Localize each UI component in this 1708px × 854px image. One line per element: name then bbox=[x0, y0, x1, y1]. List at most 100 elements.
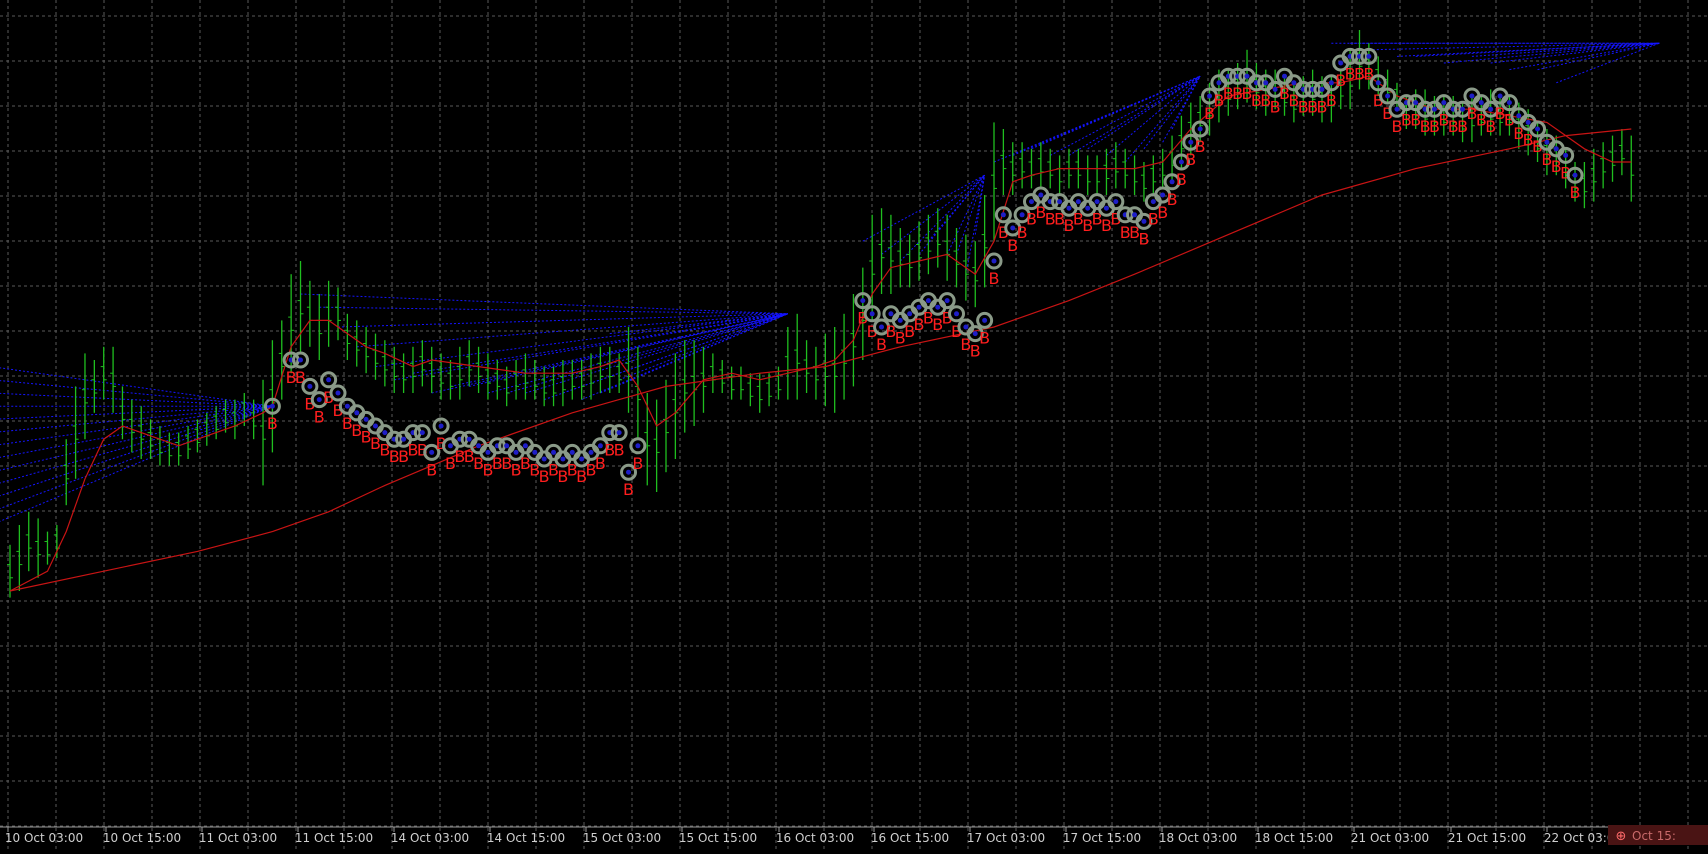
signal-marker-dot bbox=[476, 443, 482, 449]
signal-marker-dot bbox=[1394, 106, 1400, 112]
signal-marker-dot bbox=[298, 357, 304, 363]
signal-marker-dot bbox=[1216, 80, 1222, 86]
signal-marker-dot bbox=[1516, 113, 1522, 119]
signal-marker-dot bbox=[1141, 218, 1147, 224]
signal-label: B bbox=[979, 328, 990, 347]
signal-marker-dot bbox=[1328, 80, 1334, 86]
badge-icon: ⊕ bbox=[1616, 829, 1627, 844]
signal-marker-dot bbox=[991, 258, 997, 264]
signal-marker-dot bbox=[616, 430, 622, 436]
signal-marker-dot bbox=[1319, 86, 1325, 92]
signal-marker-dot bbox=[1460, 106, 1466, 112]
signal-marker-dot bbox=[447, 443, 453, 449]
time-axis-label: 16 Oct 03:00 bbox=[776, 831, 854, 845]
signal-marker-dot bbox=[569, 449, 575, 455]
signal-marker-dot bbox=[354, 410, 360, 416]
signal-label: B bbox=[1195, 137, 1206, 156]
signal-marker-dot bbox=[944, 298, 950, 304]
time-axis-label: 11 Oct 03:00 bbox=[199, 831, 277, 845]
signal-marker-dot bbox=[1188, 139, 1194, 145]
signal-marker-dot bbox=[401, 436, 407, 442]
time-axis-label: 15 Oct 03:00 bbox=[583, 831, 661, 845]
signal-marker-dot bbox=[1010, 225, 1016, 231]
signal-marker-dot bbox=[1057, 199, 1063, 205]
signal-label: B bbox=[623, 480, 634, 499]
signal-label: B bbox=[1138, 229, 1149, 248]
time-axis-label: 17 Oct 15:00 bbox=[1063, 831, 1141, 845]
signal-marker-dot bbox=[466, 436, 472, 442]
corner-badge: ⊕ Oct 15: bbox=[1608, 825, 1708, 845]
signal-marker-dot bbox=[982, 317, 988, 323]
signal-marker-dot bbox=[1506, 100, 1512, 106]
signal-marker-dot bbox=[1478, 100, 1484, 106]
signal-marker-dot bbox=[532, 449, 538, 455]
signal-marker-dot bbox=[1066, 205, 1072, 211]
signal-marker-dot bbox=[551, 449, 557, 455]
signal-marker-dot bbox=[382, 430, 388, 436]
signal-marker-dot bbox=[963, 324, 969, 330]
signal-marker-dot bbox=[1441, 100, 1447, 106]
signal-marker-dot bbox=[1291, 80, 1297, 86]
signal-marker-dot bbox=[916, 304, 922, 310]
signal-marker-dot bbox=[597, 443, 603, 449]
signal-marker-dot bbox=[1113, 199, 1119, 205]
signal-marker-dot bbox=[326, 377, 332, 383]
signal-marker-dot bbox=[1469, 93, 1475, 99]
time-axis-label: 14 Oct 03:00 bbox=[391, 831, 469, 845]
signal-marker-dot bbox=[1160, 192, 1166, 198]
time-axis-label: 18 Oct 15:00 bbox=[1255, 831, 1333, 845]
signal-marker-dot bbox=[1431, 106, 1437, 112]
signal-label: B bbox=[314, 408, 325, 427]
signal-marker-dot bbox=[1028, 199, 1034, 205]
signal-marker-dot bbox=[316, 397, 322, 403]
signal-marker-dot bbox=[1103, 205, 1109, 211]
signal-marker-dot bbox=[269, 403, 275, 409]
signal-marker-dot bbox=[1197, 126, 1203, 132]
signal-marker-dot bbox=[1207, 93, 1213, 99]
price-chart: BBBBBBBBBBBBBBBBBBBBBBBBBBBBBBBBBBBBBBBB… bbox=[0, 0, 1708, 850]
signal-marker-dot bbox=[1263, 80, 1269, 86]
signal-marker-dot bbox=[954, 311, 960, 317]
signal-marker-dot bbox=[1094, 199, 1100, 205]
signal-marker-dot bbox=[925, 298, 931, 304]
signal-marker-dot bbox=[438, 423, 444, 429]
signal-label: B bbox=[989, 269, 1000, 288]
signal-marker-dot bbox=[372, 423, 378, 429]
signal-marker-dot bbox=[1000, 212, 1006, 218]
signal-marker-dot bbox=[1544, 139, 1550, 145]
signal-marker-dot bbox=[879, 324, 885, 330]
signal-marker-dot bbox=[888, 311, 894, 317]
signal-marker-dot bbox=[1525, 119, 1531, 125]
signal-marker-dot bbox=[635, 443, 641, 449]
signal-marker-dot bbox=[363, 416, 369, 422]
time-axis-label: 18 Oct 03:00 bbox=[1159, 831, 1237, 845]
signal-marker-dot bbox=[1338, 60, 1344, 66]
signal-marker-dot bbox=[1553, 146, 1559, 152]
signal-marker-dot bbox=[541, 456, 547, 462]
time-axis-label: 14 Oct 15:00 bbox=[487, 831, 565, 845]
signal-label: B bbox=[1176, 170, 1187, 189]
signal-marker-dot bbox=[522, 443, 528, 449]
signal-label: B bbox=[1167, 190, 1178, 209]
signal-marker-dot bbox=[1075, 199, 1081, 205]
signal-marker-dot bbox=[907, 311, 913, 317]
signal-marker-dot bbox=[1413, 100, 1419, 106]
badge-text: Oct 15: bbox=[1632, 829, 1676, 843]
signal-marker-dot bbox=[1244, 73, 1250, 79]
time-axis-label: 10 Oct 03:00 bbox=[5, 831, 83, 845]
signal-marker-dot bbox=[1150, 199, 1156, 205]
signal-marker-dot bbox=[588, 449, 594, 455]
signal-marker-dot bbox=[1385, 93, 1391, 99]
signal-marker-dot bbox=[344, 403, 350, 409]
signal-marker-dot bbox=[626, 469, 632, 475]
signal-label: B bbox=[614, 441, 625, 460]
signal-marker-dot bbox=[1272, 86, 1278, 92]
time-axis-label: 16 Oct 15:00 bbox=[871, 831, 949, 845]
signal-marker-dot bbox=[485, 449, 491, 455]
signal-marker-dot bbox=[1497, 93, 1503, 99]
signal-marker-dot bbox=[504, 443, 510, 449]
signal-marker-dot bbox=[1282, 73, 1288, 79]
signal-marker-dot bbox=[1375, 80, 1381, 86]
time-axis-label: 21 Oct 15:00 bbox=[1448, 831, 1526, 845]
signal-marker-dot bbox=[335, 390, 341, 396]
